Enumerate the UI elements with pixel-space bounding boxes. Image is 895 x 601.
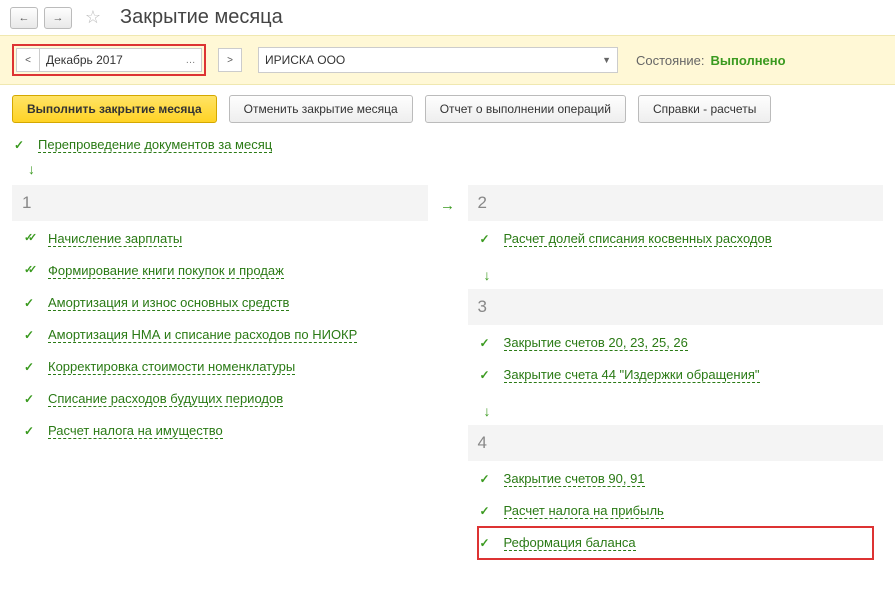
period-input[interactable]: Декабрь 2017	[40, 48, 180, 72]
double-check-icon	[24, 265, 38, 277]
run-close-button[interactable]: Выполнить закрытие месяца	[12, 95, 217, 123]
op-link[interactable]: Списание расходов будущих периодов	[48, 391, 283, 407]
block-2-number: 2	[478, 193, 487, 213]
organization-value: ИРИСКА ООО	[265, 53, 345, 67]
flow-arrow-down-icon: ↓	[480, 397, 884, 425]
check-icon: ✓	[24, 328, 38, 342]
op-link[interactable]: Амортизация НМА и списание расходов по Н…	[48, 327, 357, 343]
op-reposting-link[interactable]: Перепроведение документов за месяц	[38, 137, 272, 153]
check-icon: ✓	[24, 424, 38, 438]
flow-arrow-down-icon: ↓	[24, 157, 883, 181]
period-picker-button[interactable]: …	[180, 48, 202, 72]
favorite-star-icon[interactable]: ☆	[82, 7, 104, 29]
references-button[interactable]: Справки - расчеты	[638, 95, 771, 123]
check-icon: ✓	[480, 536, 494, 550]
op-link[interactable]: Амортизация и износ основных средств	[48, 295, 289, 311]
op-link[interactable]: Корректировка стоимости номенклатуры	[48, 359, 295, 375]
op-link[interactable]: Формирование книги покупок и продаж	[48, 263, 284, 279]
op-reformation-link[interactable]: Реформация баланса	[504, 535, 636, 551]
check-icon: ✓	[480, 368, 494, 382]
page-title: Закрытие месяца	[120, 6, 283, 29]
check-icon: ✓	[480, 336, 494, 350]
status-value: Выполнено	[710, 53, 785, 68]
check-icon: ✓	[24, 360, 38, 374]
check-icon: ✓	[480, 232, 494, 246]
nav-back-button[interactable]: ←	[10, 7, 38, 29]
block-1-number: 1	[22, 193, 31, 213]
cancel-close-button[interactable]: Отменить закрытие месяца	[229, 95, 413, 123]
op-link[interactable]: Расчет долей списания косвенных расходов	[504, 231, 772, 247]
op-reformation-highlight: ✓ Реформация баланса	[478, 527, 874, 559]
op-link[interactable]: Закрытие счетов 20, 23, 25, 26	[504, 335, 688, 351]
period-next-button[interactable]: >	[218, 48, 242, 72]
block-4-number: 4	[478, 433, 487, 453]
period-selector-highlight: < Декабрь 2017 …	[12, 44, 206, 76]
status-label: Состояние:	[636, 53, 704, 68]
op-link[interactable]: Расчет налога на имущество	[48, 423, 223, 439]
report-button[interactable]: Отчет о выполнении операций	[425, 95, 626, 123]
flow-arrow-down-icon: ↓	[480, 261, 884, 289]
op-link[interactable]: Закрытие счетов 90, 91	[504, 471, 645, 487]
flow-arrow-right-icon: →	[440, 197, 455, 214]
op-link[interactable]: Начисление зарплаты	[48, 231, 182, 247]
double-check-icon	[24, 233, 38, 245]
check-icon: ✓	[24, 296, 38, 310]
nav-forward-button[interactable]: →	[44, 7, 72, 29]
block-3-number: 3	[478, 297, 487, 317]
check-icon: ✓	[480, 472, 494, 486]
check-icon: ✓	[480, 504, 494, 518]
check-icon: ✓	[14, 138, 28, 152]
check-icon: ✓	[24, 392, 38, 406]
op-link[interactable]: Закрытие счета 44 "Издержки обращения"	[504, 367, 760, 383]
period-value: Декабрь 2017	[46, 53, 123, 67]
dropdown-icon: ▼	[602, 55, 611, 65]
op-link[interactable]: Расчет налога на прибыль	[504, 503, 664, 519]
period-prev-button[interactable]: <	[16, 48, 40, 72]
organization-input[interactable]: ИРИСКА ООО ▼	[258, 47, 618, 73]
